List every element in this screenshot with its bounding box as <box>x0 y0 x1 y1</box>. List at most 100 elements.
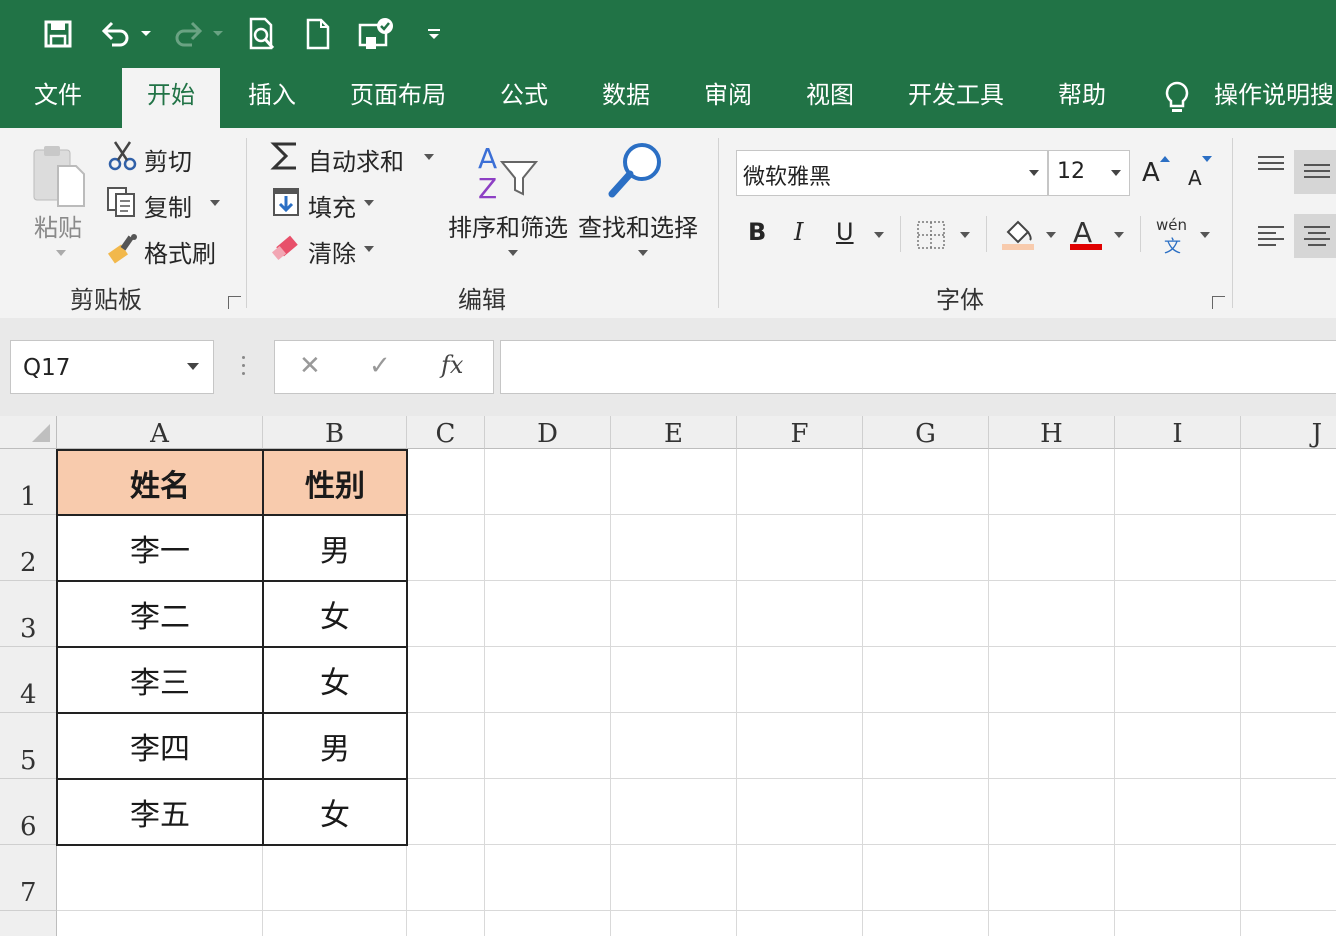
table-cell[interactable]: 女 <box>264 780 408 846</box>
tab-view[interactable]: 视图 <box>806 68 854 128</box>
align-left-icon[interactable] <box>1256 224 1286 250</box>
align-center-button[interactable] <box>1294 214 1336 258</box>
copy-label[interactable]: 复制 <box>144 188 192 223</box>
copy-icon[interactable] <box>106 186 138 222</box>
tab-home[interactable]: 开始 <box>122 68 220 128</box>
italic-button[interactable]: I <box>794 218 803 246</box>
sort-filter-label[interactable]: 排序和筛选 <box>448 208 568 243</box>
table-cell[interactable]: 李三 <box>58 648 264 714</box>
select-all-button[interactable] <box>0 416 57 449</box>
fill-color-dropdown-icon[interactable] <box>1046 232 1056 238</box>
table-cell[interactable]: 李二 <box>58 582 264 648</box>
autosum-icon[interactable] <box>270 140 300 176</box>
clipboard-launcher-icon[interactable] <box>228 296 241 309</box>
find-select-dropdown-icon[interactable] <box>638 250 648 256</box>
column-header-c[interactable]: C <box>407 416 485 449</box>
autosum-dropdown-icon[interactable] <box>424 154 434 160</box>
undo-icon[interactable] <box>98 14 134 54</box>
cancel-icon[interactable]: ✕ <box>299 351 321 381</box>
formula-input[interactable] <box>500 340 1336 394</box>
magnifier-icon[interactable] <box>606 140 668 204</box>
row-header-5[interactable]: 5 <box>0 713 57 779</box>
column-header-g[interactable]: G <box>863 416 989 449</box>
name-box-dropdown-icon[interactable] <box>187 363 199 370</box>
format-painter-icon[interactable] <box>106 232 140 268</box>
font-launcher-icon[interactable] <box>1212 296 1225 309</box>
align-top-icon[interactable] <box>1256 154 1286 178</box>
borders-icon[interactable] <box>916 220 946 254</box>
shrink-font-button[interactable]: A <box>1188 166 1202 190</box>
tab-file[interactable]: 文件 <box>34 68 82 128</box>
sort-filter-dropdown-icon[interactable] <box>508 250 518 256</box>
font-size-dropdown-icon[interactable] <box>1111 170 1121 176</box>
copy-dropdown-icon[interactable] <box>210 200 220 206</box>
tab-developer[interactable]: 开发工具 <box>908 68 1004 128</box>
save-icon[interactable] <box>40 14 76 54</box>
table-cell[interactable]: 李五 <box>58 780 264 846</box>
table-cell[interactable]: 女 <box>264 582 408 648</box>
redo-dropdown-icon[interactable] <box>210 14 226 54</box>
tab-page-layout[interactable]: 页面布局 <box>350 68 446 128</box>
row-header-7[interactable]: 7 <box>0 845 57 911</box>
table-cell[interactable]: 女 <box>264 648 408 714</box>
column-header-a[interactable]: A <box>57 416 263 449</box>
tab-insert[interactable]: 插入 <box>248 68 296 128</box>
tell-me-search[interactable]: 操作说明搜 <box>1214 68 1334 128</box>
font-name-combo[interactable]: 微软雅黑 <box>736 150 1048 196</box>
table-header-gender[interactable]: 性别 <box>264 451 408 516</box>
autosum-label[interactable]: 自动求和 <box>308 142 404 177</box>
table-cell[interactable]: 男 <box>264 516 408 582</box>
row-header-8[interactable] <box>0 911 57 936</box>
align-middle-button[interactable] <box>1294 150 1336 194</box>
grow-font-button[interactable]: A <box>1142 158 1160 188</box>
row-header-6[interactable]: 6 <box>0 779 57 845</box>
column-header-h[interactable]: H <box>989 416 1115 449</box>
underline-button[interactable]: U <box>836 218 854 246</box>
undo-dropdown-icon[interactable] <box>138 14 154 54</box>
column-header-f[interactable]: F <box>737 416 863 449</box>
touch-mode-icon[interactable] <box>356 14 396 54</box>
tab-formulas[interactable]: 公式 <box>500 68 548 128</box>
column-header-i[interactable]: I <box>1115 416 1241 449</box>
row-header-1[interactable]: 1 <box>0 449 57 515</box>
paste-icon[interactable] <box>30 144 90 212</box>
tab-review[interactable]: 审阅 <box>704 68 752 128</box>
name-box[interactable]: Q17 <box>10 340 214 394</box>
phonetic-dropdown-icon[interactable] <box>1200 232 1210 238</box>
table-header-name[interactable]: 姓名 <box>58 451 264 516</box>
column-header-d[interactable]: D <box>485 416 611 449</box>
font-name-dropdown-icon[interactable] <box>1029 170 1039 176</box>
scissors-icon[interactable] <box>108 140 138 176</box>
tab-help[interactable]: 帮助 <box>1058 68 1106 128</box>
row-header-2[interactable]: 2 <box>0 515 57 581</box>
font-size-combo[interactable]: 12 <box>1048 150 1130 196</box>
splitter-handle[interactable] <box>240 354 246 376</box>
customize-qat-icon[interactable] <box>424 14 444 54</box>
phonetic-bottom[interactable]: 文 <box>1164 232 1181 257</box>
print-preview-icon[interactable] <box>244 14 280 54</box>
font-color-dropdown-icon[interactable] <box>1114 232 1124 238</box>
fill-icon[interactable] <box>272 186 300 222</box>
sort-filter-icon[interactable]: AZ <box>474 142 540 206</box>
table-cell[interactable]: 李一 <box>58 516 264 582</box>
lightbulb-icon[interactable] <box>1162 80 1192 120</box>
table-cell[interactable]: 男 <box>264 714 408 780</box>
fill-color-icon[interactable] <box>1000 214 1036 256</box>
bold-button[interactable]: B <box>748 218 766 246</box>
tab-data[interactable]: 数据 <box>602 68 650 128</box>
eraser-icon[interactable] <box>271 234 302 266</box>
clear-label[interactable]: 清除 <box>308 234 356 269</box>
redo-icon[interactable] <box>170 14 206 54</box>
cut-label[interactable]: 剪切 <box>144 142 192 177</box>
column-header-b[interactable]: B <box>263 416 407 449</box>
paste-dropdown-icon[interactable] <box>56 250 66 256</box>
new-file-icon[interactable] <box>300 14 336 54</box>
table-cell[interactable]: 李四 <box>58 714 264 780</box>
find-select-label[interactable]: 查找和选择 <box>578 208 698 243</box>
font-color-icon[interactable]: A <box>1068 214 1104 256</box>
underline-dropdown-icon[interactable] <box>874 232 884 238</box>
column-header-e[interactable]: E <box>611 416 737 449</box>
fill-label[interactable]: 填充 <box>308 188 356 223</box>
row-header-4[interactable]: 4 <box>0 647 57 713</box>
column-header-j[interactable]: J <box>1241 416 1336 449</box>
